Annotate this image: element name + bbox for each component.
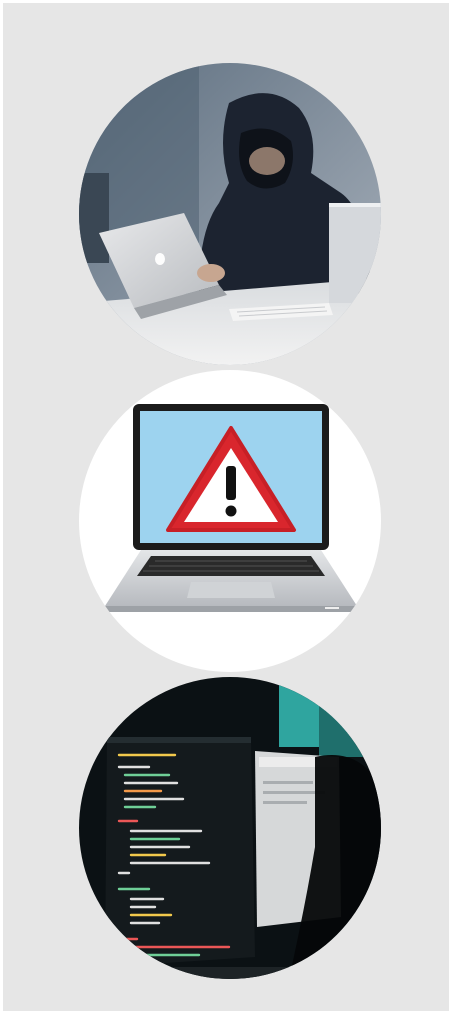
- code-screen-icon: [79, 677, 381, 979]
- image-panel: [3, 3, 449, 1011]
- laptop-warning-icon: [79, 370, 381, 672]
- hooded-hacker-laptop-icon: [79, 63, 381, 365]
